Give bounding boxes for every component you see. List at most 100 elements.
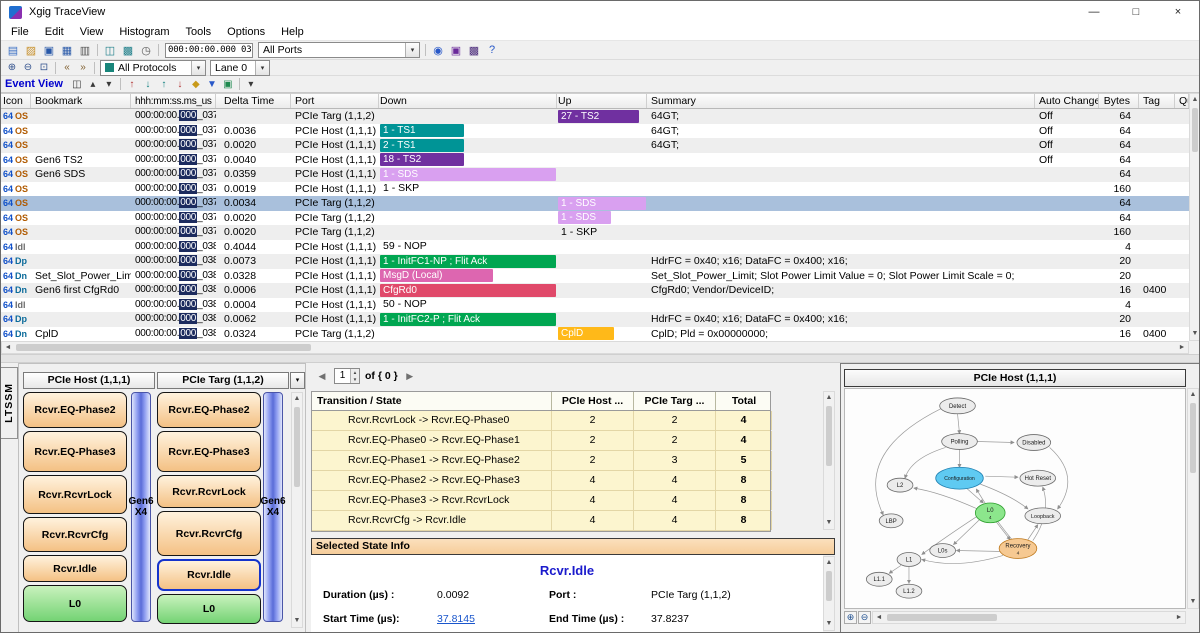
pager-prev-icon[interactable]: ◀ [315,371,329,382]
column-header-auto-change[interactable]: Auto Change [1035,94,1099,108]
menu-options[interactable]: Options [219,23,273,41]
save-icon[interactable]: ▣ [40,43,58,58]
ltssm-node-l1[interactable]: L1 [897,553,921,567]
ports-dropdown[interactable]: All Ports ▾ [258,42,420,58]
report-icon[interactable]: ▩ [465,43,483,58]
trace-horizontal-scrollbar[interactable]: ◄ ► [1,341,1189,354]
ltssm-state-rcvr-rcvrcfg[interactable]: Rcvr.RcvrCfg [157,511,261,556]
next-trigger-icon[interactable]: ↓ [172,77,188,92]
lane-dropdown[interactable]: Lane 0 ▾ [210,60,270,76]
ltssm-targ-tab[interactable]: PCIe Targ (1,1,2) [157,372,289,389]
column-header-icon[interactable]: Icon [1,94,31,108]
start-time-link[interactable]: 37.8145 [437,613,475,625]
pager-next-icon[interactable]: ▶ [403,371,417,382]
ltssm-state-rcvr-eq-phase3[interactable]: Rcvr.EQ-Phase3 [157,431,261,472]
ltssm-state-rcvr-eq-phase2[interactable]: Rcvr.EQ-Phase2 [157,392,261,428]
column-header-delta-time[interactable]: Delta Time [216,94,291,108]
maximize-button[interactable]: □ [1115,1,1157,23]
column-header-total[interactable]: Total [716,392,772,410]
analyzer-icon[interactable]: ▩ [119,43,137,58]
transition-row[interactable]: Rcvr.EQ-Phase1 -> Rcvr.EQ-Phase2 2 3 5 [312,451,770,471]
page-number-spinner[interactable]: 1 ▲▼ [334,368,360,384]
ltssm-node-l0[interactable]: L04 [975,503,1005,523]
scroll-thumb[interactable] [1192,108,1198,152]
filter-icon[interactable]: ▼ [204,77,220,92]
state-info-scrollbar[interactable]: ▲ ▼ [823,556,835,631]
scroll-up-icon[interactable]: ▲ [1188,389,1198,401]
scroll-left-icon[interactable]: ◄ [873,612,885,623]
ltssm-node-detect[interactable]: Detect [940,398,976,414]
scroll-up-icon[interactable]: ▲ [1190,94,1200,106]
table-row[interactable]: 64OS 000:00:00.000_037 0.0036 PCIe Host … [1,124,1189,139]
table-row[interactable]: 64OS 000:00:00.000_037 0.0020 PCIe Host … [1,138,1189,153]
column-header-pcie-host[interactable]: PCIe Host ... [552,392,634,410]
scroll-right-icon[interactable]: ► [1173,612,1185,623]
column-header-port[interactable]: Port [291,94,379,108]
scroll-thumb[interactable] [887,614,997,621]
ltssm-node-hot-reset[interactable]: Hot Reset [1020,470,1056,486]
jump-start-icon[interactable]: « [59,60,75,75]
timer-icon[interactable]: ◷ [137,43,155,58]
export-icon[interactable]: ▦ [58,43,76,58]
prev-error-icon[interactable]: ↑ [124,77,140,92]
jump-end-icon[interactable]: » [75,60,91,75]
info-icon[interactable]: ◉ [429,43,447,58]
ltssm-node-loopback[interactable]: Loopback [1025,508,1061,524]
ltssm-state-l0[interactable]: L0 [23,585,127,622]
menu-tools[interactable]: Tools [177,23,219,41]
table-row[interactable]: 64OS 000:00:00.000_037 0.0020 PCIe Targ … [1,225,1189,240]
close-button[interactable]: × [1157,1,1199,23]
spin-down-icon[interactable]: ▼ [351,376,359,383]
ltssm-state-rcvr-eq-phase2[interactable]: Rcvr.EQ-Phase2 [23,392,127,428]
ltssm-tab-dropdown[interactable]: ▾ [290,372,305,389]
scroll-down-icon[interactable]: ▼ [824,618,834,630]
new-trace-icon[interactable]: ▤ [4,43,22,58]
trace-vertical-scrollbar[interactable]: ▲ ▼ [1189,93,1200,341]
ltssm-node-l2[interactable]: L2 [887,478,913,492]
ltssm-state-l0[interactable]: L0 [157,594,261,624]
panel-splitter[interactable] [1,354,1200,363]
column-header-bookmark[interactable]: Bookmark [31,94,131,108]
settings-icon[interactable]: ▣ [220,77,236,92]
time-field[interactable]: 000:00:00.000 037 [165,43,253,58]
transition-row[interactable]: Rcvr.RcvrCfg -> Rcvr.Idle 4 4 8 [312,511,770,531]
table-row[interactable]: 64Dn CplD 000:00:00.000_038 0.0324 PCIe … [1,327,1189,342]
scroll-up-icon[interactable]: ▲ [292,393,302,405]
grid-view-icon[interactable]: ◫ [69,77,85,92]
zoom-fit-icon[interactable]: ⊡ [36,60,52,75]
print-icon[interactable]: ▥ [76,43,94,58]
minimize-button[interactable]: — [1073,1,1115,23]
transition-row[interactable]: Rcvr.EQ-Phase3 -> Rcvr.RcvrLock 4 4 8 [312,491,770,511]
ltssm-state-rcvr-eq-phase3[interactable]: Rcvr.EQ-Phase3 [23,431,127,472]
expand-icon[interactable]: ▾ [101,77,117,92]
scroll-up-icon[interactable]: ▲ [824,392,834,404]
prev-trigger-icon[interactable]: ↑ [156,77,172,92]
ltssm-node-l1-2[interactable]: L1.2 [896,584,922,598]
scroll-down-icon[interactable]: ▼ [1190,328,1200,340]
ltssm-scrollbar[interactable]: ▲ ▼ [291,392,303,628]
transition-row[interactable]: Rcvr.EQ-Phase2 -> Rcvr.EQ-Phase3 4 4 8 [312,471,770,491]
next-error-icon[interactable]: ↓ [140,77,156,92]
scroll-thumb[interactable] [16,344,311,351]
column-header-pcie-targ[interactable]: PCIe Targ ... [634,392,716,410]
scroll-thumb[interactable] [294,407,300,487]
collapse-icon[interactable]: ▴ [85,77,101,92]
protocols-dropdown[interactable]: All Protocols ▾ [100,60,206,76]
ltssm-state-rcvr-rcvrlock[interactable]: Rcvr.RcvrLock [23,475,127,514]
table-row[interactable]: 64OS 000:00:00.000_037 0.0034 PCIe Targ … [1,196,1189,211]
ltssm-node-l0s[interactable]: L0s [930,544,956,558]
ltssm-state-rcvr-idle[interactable]: Rcvr.Idle [23,555,127,582]
scroll-thumb[interactable] [826,406,832,466]
ltssm-host-tab[interactable]: PCIe Host (1,1,1) [23,372,155,389]
spin-up-icon[interactable]: ▲ [351,369,359,376]
expert-icon[interactable]: ▣ [447,43,465,58]
table-row[interactable]: 64OS 000:00:00.000_037 0.0019 PCIe Host … [1,182,1189,197]
scroll-right-icon[interactable]: ► [1176,342,1188,353]
ltssm-state-rcvr-rcvrcfg[interactable]: Rcvr.RcvrCfg [23,517,127,552]
ltssm-side-tab[interactable]: LTSSM [1,367,18,439]
ltssm-state-rcvr-rcvrlock[interactable]: Rcvr.RcvrLock [157,475,261,508]
zoom-in-icon[interactable]: ⊕ [4,60,20,75]
ltssm-state-rcvr-idle[interactable]: Rcvr.Idle [157,559,261,591]
scroll-down-icon[interactable]: ▼ [824,517,834,529]
column-header-hhh-mm-ss-ms-us[interactable]: hhh:mm:ss.ms_us [131,94,216,108]
